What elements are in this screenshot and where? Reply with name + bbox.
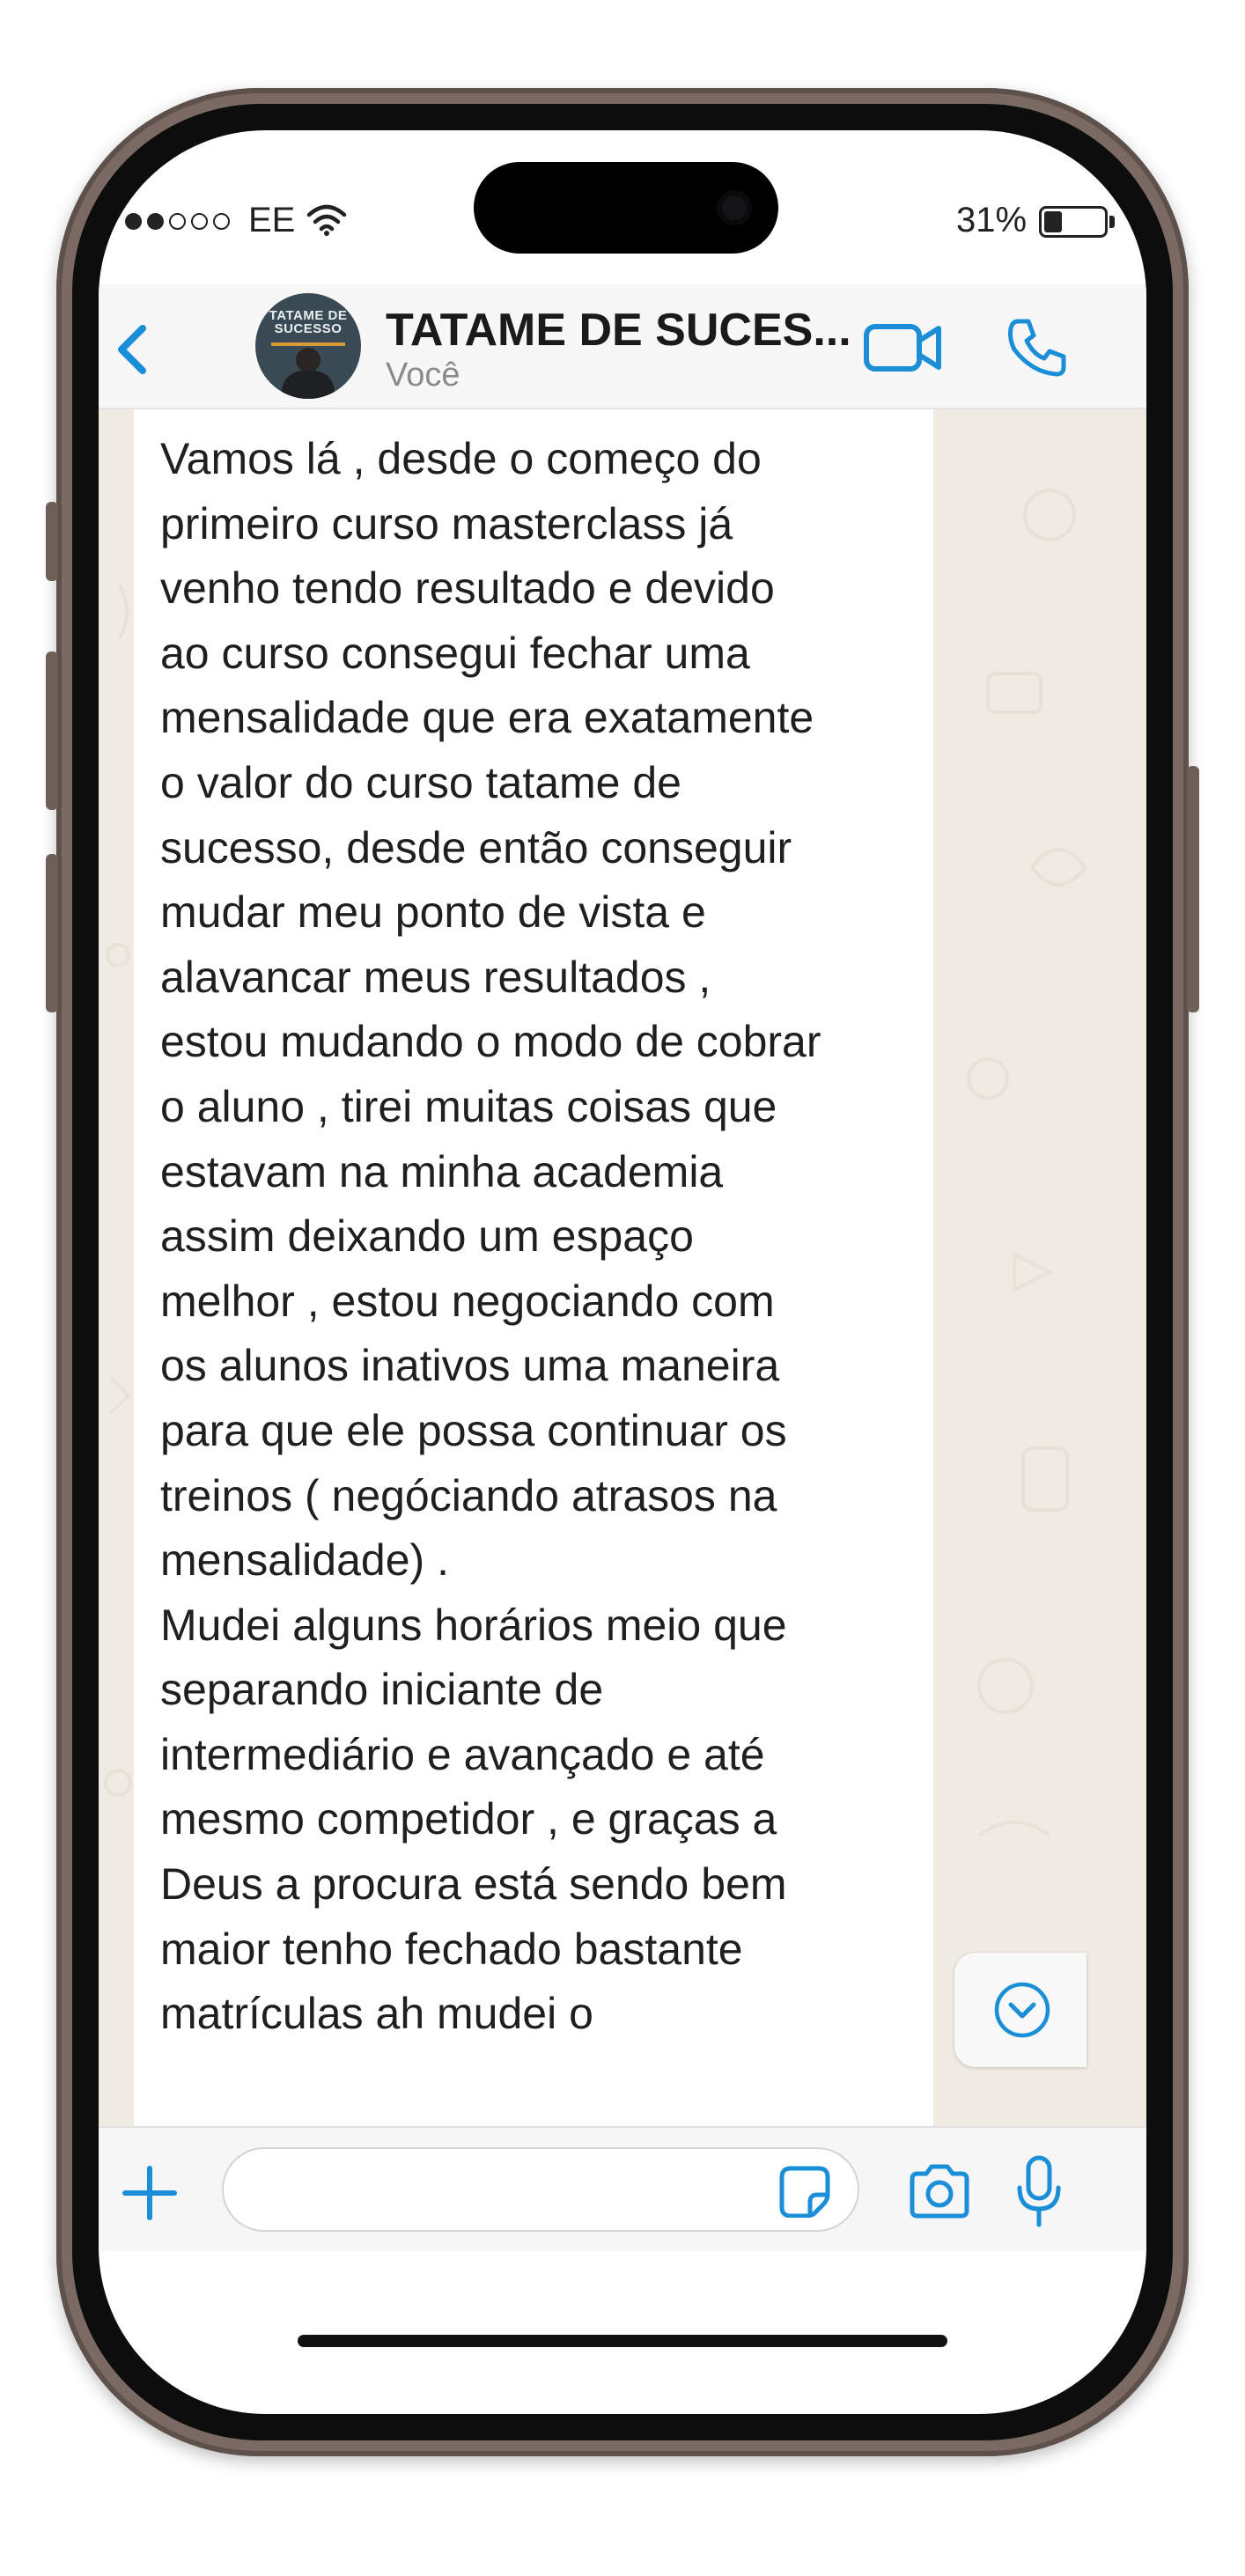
power-button [1187,766,1199,1012]
chevron-down-circle-icon [994,1982,1050,2038]
message-bubble[interactable]: Vamos lá , desde o começo do primeiro cu… [134,409,933,2126]
message-input[interactable] [222,2147,859,2232]
front-camera [717,190,752,225]
message-input-bar [99,2126,1146,2251]
signal-strength-icon [125,211,230,231]
phone-screen: EE 31% TATAME DE SUCESSO TATAME DE SUCES… [99,130,1146,2414]
battery-tip [1109,216,1115,228]
scroll-to-bottom-button[interactable] [954,1953,1087,2067]
avatar[interactable]: TATAME DE SUCESSO [255,293,361,399]
battery-level [1044,211,1062,232]
avatar-logo-text: TATAME DE SUCESSO [269,308,348,336]
volume-down-button [46,854,58,1012]
back-chevron-icon[interactable] [111,323,153,380]
avatar-person-body [282,371,335,399]
chat-title[interactable]: TATAME DE SUCES... [386,304,851,357]
phone-icon[interactable] [1006,316,1069,384]
battery-percentage: 31% [956,201,1028,239]
battery-icon [1039,206,1108,238]
silent-switch [46,502,58,581]
chat-header: TATAME DE SUCESSO TATAME DE SUCES... Voc… [99,284,1146,409]
plus-icon[interactable] [122,2165,178,2226]
dynamic-island [474,162,778,254]
sticker-icon[interactable] [778,2165,831,2222]
camera-icon[interactable] [907,2163,972,2224]
chat-area[interactable]: Vamos lá , desde o começo do primeiro cu… [99,409,1146,2126]
message-text: Vamos lá , desde o começo do primeiro cu… [160,434,821,2039]
chat-subtitle: Você [386,357,460,394]
avatar-logo-bar [271,342,345,346]
carrier-name: EE [248,201,296,239]
video-camera-icon[interactable] [863,320,944,380]
wifi-icon [306,202,347,242]
microphone-icon[interactable] [1014,2154,1064,2233]
avatar-person-head [296,348,320,372]
volume-up-button [46,651,58,810]
home-indicator[interactable] [298,2335,947,2347]
